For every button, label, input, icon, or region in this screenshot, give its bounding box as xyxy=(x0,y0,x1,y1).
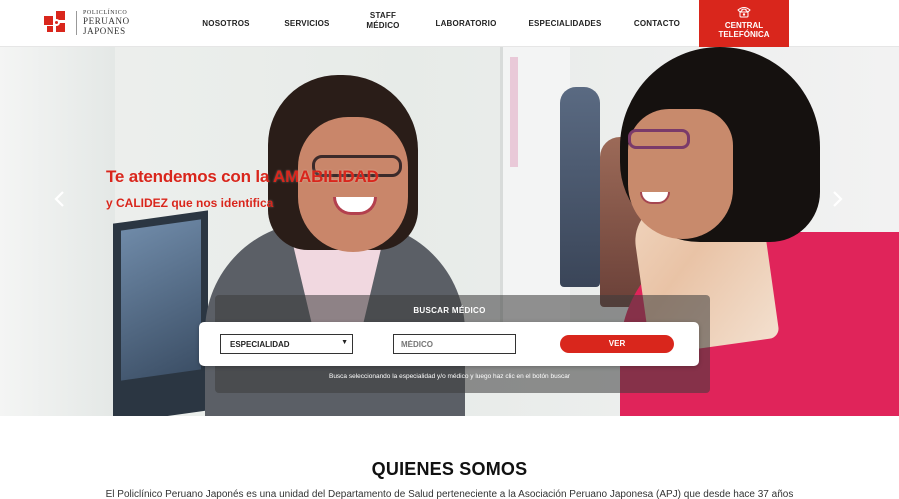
logo-mark-icon xyxy=(44,11,68,35)
caret-down-icon: ▼ xyxy=(341,339,348,346)
chevron-left-icon[interactable] xyxy=(52,190,68,208)
hero-headline-prefix: Te atendemos con la xyxy=(106,167,273,186)
search-title: BUSCAR MÉDICO xyxy=(413,306,486,315)
nav-staff-label-1: STAFF xyxy=(369,11,397,21)
logo-line-3: JAPONES xyxy=(83,26,126,36)
nav-especialidades-label: ESPECIALIDADES xyxy=(528,18,602,28)
nav-contacto[interactable]: CONTACTO xyxy=(628,0,686,47)
doctor-input[interactable] xyxy=(393,334,516,354)
ver-button[interactable]: VER xyxy=(560,335,674,353)
hero-bg-person xyxy=(560,87,600,287)
nav-servicios[interactable]: SERVICIOS xyxy=(278,0,336,47)
nav-laboratorio[interactable]: LABORATORIO xyxy=(430,0,502,47)
chevron-right-icon[interactable] xyxy=(829,190,845,208)
about-text: El Policlínico Peruano Japonés es una un… xyxy=(105,489,794,499)
central-telefonica-button[interactable]: CENTRAL TELEFÓNICA xyxy=(699,0,789,47)
nav-laboratorio-label: LABORATORIO xyxy=(435,18,497,28)
nav-staff-label-2: MÉDICO xyxy=(366,20,400,30)
nav-nosotros[interactable]: NOSOTROS xyxy=(196,0,256,47)
search-hint: Busca seleccionando la especialidad y/o … xyxy=(328,373,570,380)
logo-text: POLICLÍNICO PERUANO JAPONES xyxy=(83,10,130,36)
site-header: POLICLÍNICO PERUANO JAPONES NOSOTROS SER… xyxy=(0,0,899,47)
nav-servicios-label: SERVICIOS xyxy=(284,18,330,28)
site-logo[interactable]: POLICLÍNICO PERUANO JAPONES xyxy=(44,9,130,37)
hero-monitor-screen xyxy=(121,219,201,381)
central-label-2: TELEFÓNICA xyxy=(718,29,770,39)
specialty-select[interactable]: ESPECIALIDAD ▼ xyxy=(220,334,353,354)
specialty-select-value: ESPECIALIDAD xyxy=(230,340,290,349)
hero-bg-wall xyxy=(0,47,115,416)
hero-subline: y CALIDEZ que nos identifica xyxy=(106,196,274,210)
hero-bg-stripe xyxy=(510,57,518,167)
logo-divider xyxy=(76,11,77,35)
hero-headline-emphasis: AMABILIDAD xyxy=(273,167,379,186)
logo-line-2: PERUANO xyxy=(83,16,130,26)
about-title: QUIENES SOMOS xyxy=(371,459,528,479)
nav-staff-medico[interactable]: STAFF MÉDICO xyxy=(358,0,408,47)
hero-headline: Te atendemos con la AMABILIDAD xyxy=(106,167,379,187)
phone-icon xyxy=(737,6,751,18)
nav-contacto-label: CONTACTO xyxy=(633,18,681,28)
nav-especialidades[interactable]: ESPECIALIDADES xyxy=(524,0,606,47)
nav-nosotros-label: NOSOTROS xyxy=(202,18,250,28)
central-label-1: CENTRAL xyxy=(724,20,764,30)
hero-woman-right-glasses xyxy=(628,129,690,149)
